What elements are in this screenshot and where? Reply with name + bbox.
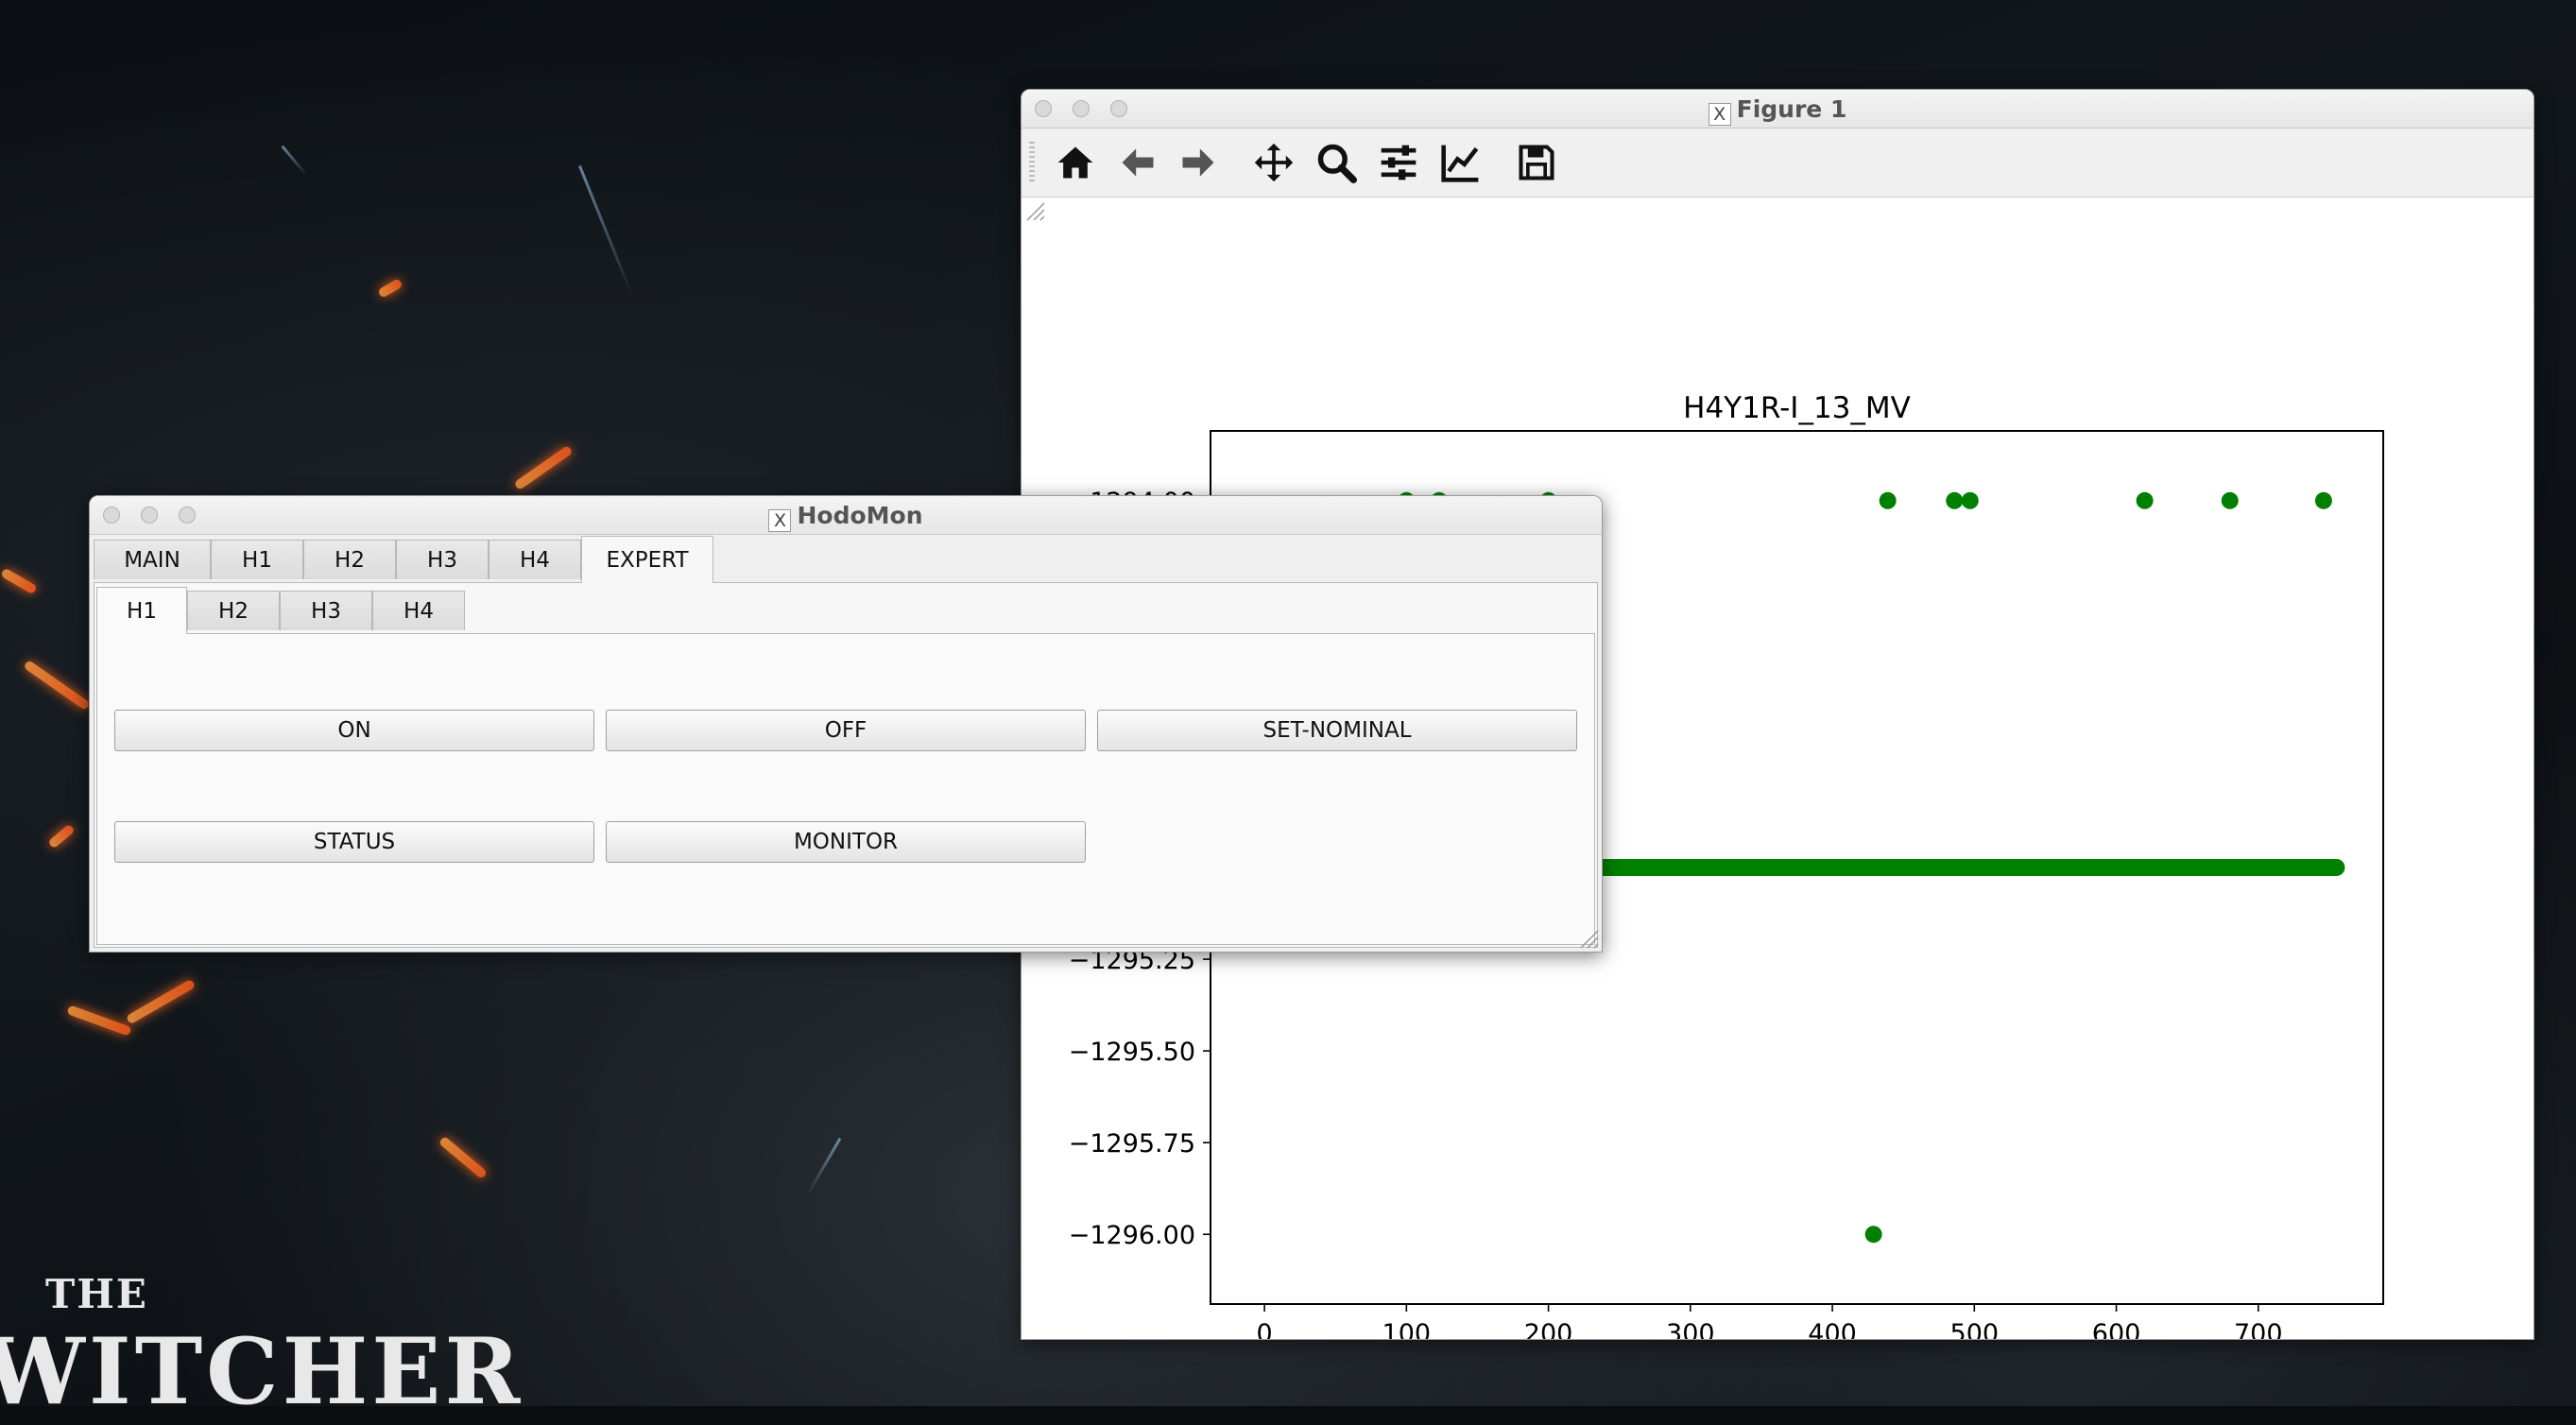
x-tick-label: 300 — [1666, 1319, 1715, 1339]
ember-decoration — [377, 278, 404, 299]
data-point — [1864, 1226, 1882, 1244]
data-point — [1946, 491, 1964, 509]
x-tick-label: 500 — [1950, 1319, 2000, 1339]
tab-h2[interactable]: H2 — [303, 540, 396, 579]
home-icon[interactable] — [1052, 140, 1099, 185]
save-icon[interactable] — [1513, 140, 1560, 185]
ember-decoration — [513, 444, 574, 491]
ember-decoration — [125, 978, 197, 1025]
wallpaper-logo-the: THE — [45, 1271, 148, 1317]
window-title: X Figure 1 — [1022, 95, 2533, 126]
ember-decoration — [438, 1135, 489, 1180]
x11-app-icon: X — [768, 509, 792, 532]
back-arrow-icon[interactable] — [1114, 140, 1161, 185]
subtab-h2[interactable]: H2 — [187, 591, 280, 630]
toolbar-grip[interactable] — [1029, 142, 1035, 183]
x-tick-label: 600 — [2092, 1319, 2141, 1339]
data-point — [1879, 491, 1897, 509]
subtab-h4[interactable]: H4 — [372, 591, 465, 630]
status-button[interactable]: STATUS — [114, 821, 594, 863]
subtab-h1[interactable]: H1 — [96, 587, 187, 634]
tab-h1[interactable]: H1 — [211, 540, 303, 579]
spark-streak-decoration — [281, 145, 308, 177]
chart-title: H4Y1R-I_13_MV — [1683, 391, 1911, 425]
y-tick-label: −1295.75 — [1069, 1129, 1195, 1159]
edit-axis-icon[interactable] — [1437, 140, 1485, 185]
spark-streak-decoration — [805, 1137, 842, 1197]
ember-decoration — [66, 1004, 132, 1037]
h1-subtab-panel: ON OFF SET-NOMINAL STATUS MONITOR — [96, 633, 1595, 945]
x-tick-label: 0 — [1256, 1319, 1272, 1339]
monitor-button[interactable]: MONITOR — [606, 821, 1086, 863]
data-point — [2327, 859, 2345, 876]
tab-h4[interactable]: H4 — [489, 540, 581, 579]
ember-decoration — [0, 567, 38, 595]
on-button[interactable]: ON — [114, 710, 594, 751]
hodomon-title-text: HodoMon — [797, 502, 923, 529]
hodomon-window[interactable]: X HodoMon MAIN H1 H2 H3 H4 EXPERT H1 H2 H… — [89, 495, 1603, 953]
ember-decoration — [23, 659, 91, 712]
figure-titlebar[interactable]: X Figure 1 — [1022, 90, 2533, 129]
y-tick-label: −1296.00 — [1069, 1221, 1195, 1250]
data-point — [2314, 491, 2332, 509]
tab-main[interactable]: MAIN — [94, 540, 211, 579]
hodomon-titlebar[interactable]: X HodoMon — [90, 496, 1602, 535]
x-tick-label: 700 — [2234, 1319, 2283, 1339]
resize-grip-icon[interactable] — [1022, 197, 1046, 222]
data-point — [1961, 491, 1979, 509]
data-point — [2221, 491, 2239, 509]
data-point — [2136, 491, 2154, 509]
x-tick-label: 400 — [1808, 1319, 1857, 1339]
matplotlib-toolbar — [1022, 129, 2533, 197]
x-tick-label: 200 — [1524, 1319, 1573, 1339]
figure-title-text: Figure 1 — [1736, 95, 1847, 123]
configure-subplots-icon[interactable] — [1375, 140, 1422, 185]
resize-grip-icon[interactable] — [1575, 925, 1600, 950]
tab-expert[interactable]: EXPERT — [581, 536, 713, 583]
set-nominal-button[interactable]: SET-NOMINAL — [1097, 710, 1577, 751]
subtab-h3[interactable]: H3 — [280, 591, 372, 630]
tab-h3[interactable]: H3 — [396, 540, 489, 579]
x-tick-label: 100 — [1382, 1319, 1432, 1339]
ember-decoration — [47, 823, 76, 850]
expert-tab-panel: H1 H2 H3 H4 ON OFF SET-NOMINAL STATUS MO… — [94, 582, 1598, 948]
forward-arrow-icon[interactable] — [1175, 140, 1222, 185]
x11-app-icon: X — [1708, 103, 1731, 126]
off-button[interactable]: OFF — [606, 710, 1086, 751]
zoom-icon[interactable] — [1313, 140, 1360, 185]
spark-streak-decoration — [578, 164, 634, 299]
y-tick-label: −1295.50 — [1069, 1038, 1195, 1067]
pan-icon[interactable] — [1250, 140, 1297, 185]
window-title: X HodoMon — [90, 502, 1602, 532]
wallpaper-logo-title: WITCHER — [0, 1318, 524, 1425]
